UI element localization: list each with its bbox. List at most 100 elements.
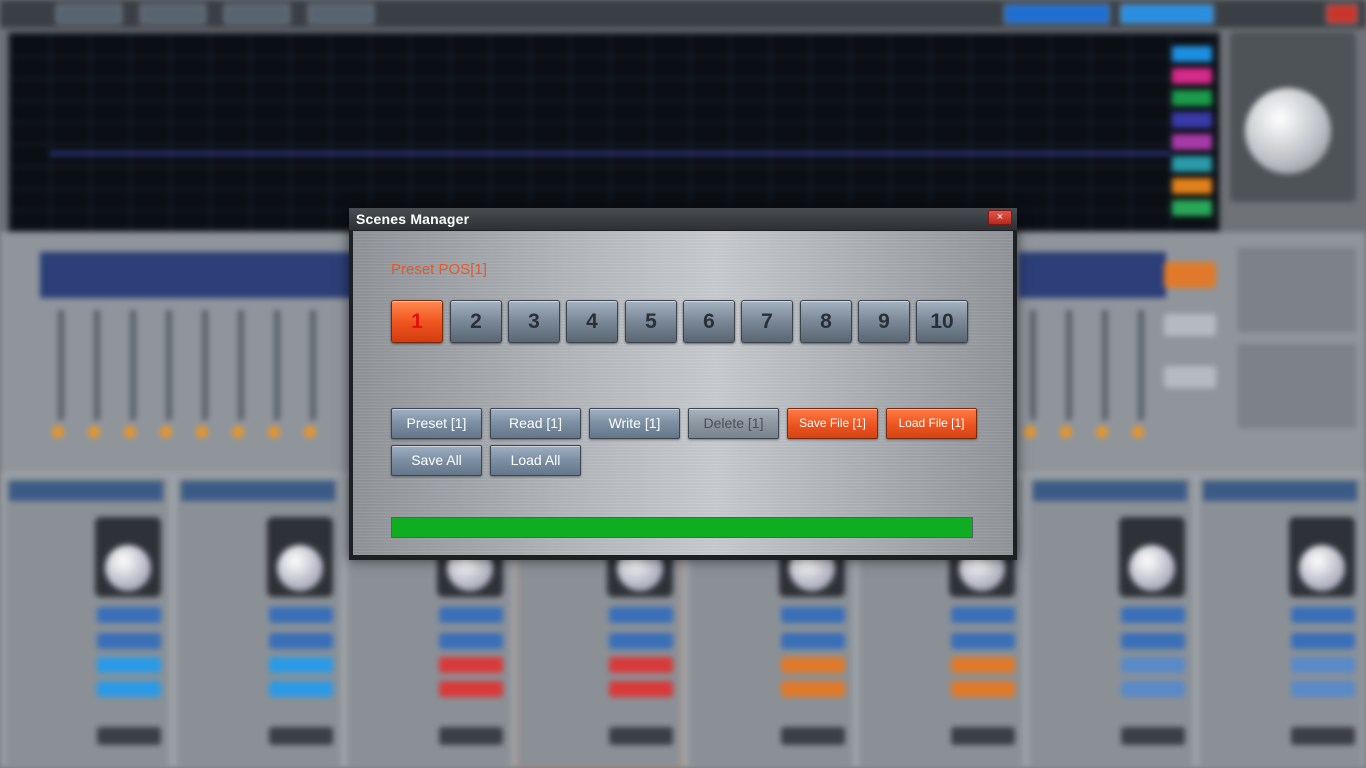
strip-footer	[1291, 727, 1355, 745]
save-file-button[interactable]: Save File [1]	[787, 408, 878, 439]
delete-button[interactable]: Delete [1]	[688, 408, 779, 439]
indicator-dot	[160, 426, 172, 438]
fader-slot	[310, 310, 316, 420]
indicator-dot	[124, 426, 136, 438]
fader-label-row	[1018, 252, 1166, 298]
strip-button	[1121, 633, 1185, 649]
close-icon: ×	[996, 211, 1004, 223]
preset-position-label: Preset POS[1]	[391, 261, 487, 278]
toolbar-button	[1004, 4, 1110, 24]
scene-slot-6[interactable]: 6	[683, 300, 735, 343]
indicator-dot	[88, 426, 100, 438]
strip-button	[609, 681, 673, 697]
strip-button	[609, 633, 673, 649]
indicator-dot	[196, 426, 208, 438]
strip-button	[269, 681, 333, 697]
fader-slot	[274, 310, 280, 420]
indicator-dot	[232, 426, 244, 438]
channel-color-chip	[1172, 90, 1212, 106]
load-file-button[interactable]: Load File [1]	[886, 408, 977, 439]
progress-bar	[391, 517, 973, 538]
scene-slot-4[interactable]: 4	[566, 300, 618, 343]
strip-button	[951, 657, 1015, 673]
fader-slot	[1102, 310, 1108, 420]
strip-button	[781, 633, 845, 649]
strip-button	[1121, 657, 1185, 673]
strip-button	[1121, 681, 1185, 697]
close-button[interactable]: ×	[988, 210, 1012, 225]
fader-slot	[238, 310, 244, 420]
scene-slot-1[interactable]: 1	[391, 300, 443, 343]
fader-slot	[1030, 310, 1036, 420]
strip-button	[439, 657, 503, 673]
top-toolbar	[0, 0, 1366, 28]
preset-button[interactable]: Preset [1]	[391, 408, 482, 439]
strip-knob	[95, 517, 161, 597]
strip-button	[1291, 633, 1355, 649]
strip-footer	[951, 727, 1015, 745]
dialog-body: Preset POS[1] 1 2 3 4 5 6 7 8 9 10 Prese…	[353, 231, 1013, 555]
strip-button	[97, 657, 161, 673]
strip-button	[97, 607, 161, 623]
load-all-button[interactable]: Load All	[490, 445, 581, 476]
strip-button	[609, 657, 673, 673]
channel-strip	[4, 476, 170, 768]
read-button[interactable]: Read [1]	[490, 408, 581, 439]
strip-button	[781, 657, 845, 673]
scene-slot-8[interactable]: 8	[800, 300, 852, 343]
strip-footer	[97, 727, 161, 745]
side-settings-panel	[1236, 342, 1358, 430]
strip-button	[269, 607, 333, 623]
dialog-title: Scenes Manager	[356, 211, 470, 227]
scene-slot-10[interactable]: 10	[916, 300, 968, 343]
scene-slot-3[interactable]: 3	[508, 300, 560, 343]
strip-button	[269, 657, 333, 673]
indicator-dot	[1096, 426, 1108, 438]
channel-color-chip	[1172, 112, 1212, 128]
strip-button	[439, 607, 503, 623]
indicator-dot	[1132, 426, 1144, 438]
write-button[interactable]: Write [1]	[589, 408, 680, 439]
strip-button	[951, 681, 1015, 697]
scenes-manager-dialog: Scenes Manager × Preset POS[1] 1 2 3 4 5…	[349, 208, 1017, 560]
strip-button	[781, 607, 845, 623]
toolbar-button	[308, 4, 374, 24]
scene-slot-7[interactable]: 7	[741, 300, 793, 343]
channel-strip	[1198, 476, 1364, 768]
strip-button	[269, 633, 333, 649]
scene-slot-2[interactable]: 2	[450, 300, 502, 343]
eq-curve	[50, 152, 1170, 155]
strip-header	[1033, 481, 1187, 501]
strip-knob	[1289, 517, 1355, 597]
strip-footer	[1121, 727, 1185, 745]
fader-slot	[1138, 310, 1144, 420]
strip-button	[609, 607, 673, 623]
save-all-button[interactable]: Save All	[391, 445, 482, 476]
channel-color-chip	[1172, 46, 1212, 62]
strip-knob	[267, 517, 333, 597]
side-orange-button	[1164, 262, 1216, 288]
fader-slot	[130, 310, 136, 420]
scene-slot-5[interactable]: 5	[625, 300, 677, 343]
channel-color-chip	[1172, 156, 1212, 172]
scene-slot-9[interactable]: 9	[858, 300, 910, 343]
strip-header	[9, 481, 163, 501]
strip-button	[781, 681, 845, 697]
strip-button	[97, 681, 161, 697]
strip-button	[97, 633, 161, 649]
strip-footer	[781, 727, 845, 745]
dialog-titlebar[interactable]: Scenes Manager ×	[349, 208, 1017, 230]
strip-button	[1291, 607, 1355, 623]
window-close-button	[1326, 4, 1358, 24]
fader-slot	[58, 310, 64, 420]
channel-color-chip	[1172, 68, 1212, 84]
strip-footer	[609, 727, 673, 745]
indicator-dot	[304, 426, 316, 438]
eq-graph	[8, 32, 1220, 232]
side-grey-button	[1164, 314, 1216, 336]
indicator-dot	[1024, 426, 1036, 438]
strip-button	[1291, 681, 1355, 697]
toolbar-button	[140, 4, 206, 24]
channel-strip	[176, 476, 342, 768]
channel-strip	[1028, 476, 1194, 768]
